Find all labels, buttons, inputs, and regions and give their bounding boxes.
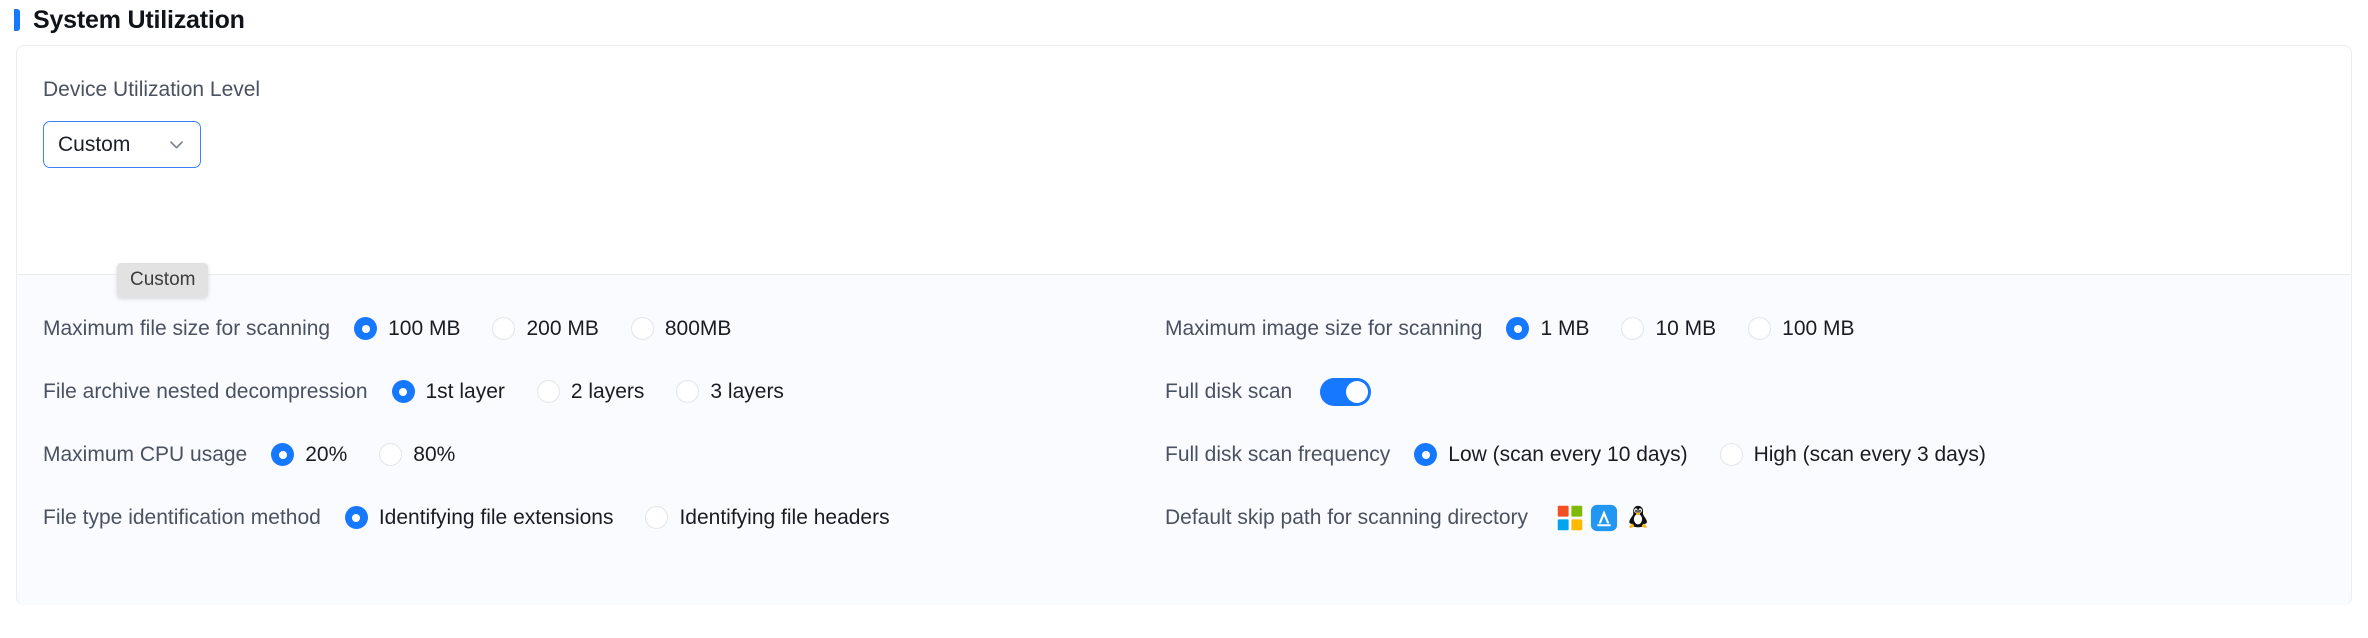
radio-label: 10 MB xyxy=(1655,317,1717,340)
radio-indicator[interactable] xyxy=(492,317,516,340)
option-label: Full disk scan frequency xyxy=(1165,443,1391,466)
radio-indicator-selected[interactable] xyxy=(354,317,378,340)
apple-appstore-icon[interactable] xyxy=(1590,504,1618,532)
radio-label: 1st layer xyxy=(425,380,505,403)
option-label: File type identification method xyxy=(43,506,321,529)
radio-label: Low (scan every 10 days) xyxy=(1448,443,1688,466)
device-utilization-select[interactable]: Custom xyxy=(43,121,201,168)
radio-option[interactable]: 100 MB xyxy=(354,317,460,340)
radio-option[interactable]: Identifying file headers xyxy=(645,506,890,529)
radio-option[interactable]: Identifying file extensions xyxy=(344,506,614,529)
radio-indicator[interactable] xyxy=(1621,317,1645,340)
chevron-down-icon xyxy=(170,141,183,149)
radio-indicator[interactable] xyxy=(379,443,403,466)
skip-path-os-icons xyxy=(1556,504,1652,532)
settings-cell: Maximum CPU usage 20% 80% xyxy=(17,443,1165,466)
toggle-knob xyxy=(1346,380,1369,403)
option-label: Maximum image size for scanning xyxy=(1165,317,1483,340)
radio-indicator-selected[interactable] xyxy=(1414,443,1438,466)
radio-label: 1 MB xyxy=(1540,317,1590,340)
settings-grid: Maximum file size for scanning 100 MB 20… xyxy=(17,297,2351,549)
radio-indicator[interactable] xyxy=(676,380,700,403)
option-label: Maximum file size for scanning xyxy=(43,317,331,340)
radio-group-file-type-identification: Identifying file extensions Identifying … xyxy=(344,506,890,529)
settings-row: File type identification method Identify… xyxy=(17,486,2351,549)
radio-option[interactable]: 10 MB xyxy=(1621,317,1716,340)
system-utilization-card: Device Utilization Level Custom Maximum … xyxy=(16,45,2352,605)
settings-cell: File archive nested decompression 1st la… xyxy=(17,380,1165,403)
settings-row: Maximum file size for scanning 100 MB 20… xyxy=(17,297,2351,360)
radio-label: 200 MB xyxy=(526,317,599,340)
radio-group-max-image-size: 1 MB 10 MB 100 MB xyxy=(1506,317,1855,340)
radio-option[interactable]: 80% xyxy=(379,443,455,466)
card-bottom-region: Maximum file size for scanning 100 MB 20… xyxy=(17,275,2351,605)
radio-group-nested-decompression: 1st layer 2 layers 3 layers xyxy=(391,380,784,403)
settings-cell: Full disk scan frequency Low (scan every… xyxy=(1165,443,2351,466)
select-tooltip: Custom xyxy=(117,263,209,297)
radio-option[interactable]: 1 MB xyxy=(1506,317,1589,340)
radio-indicator[interactable] xyxy=(630,317,654,340)
page-title: System Utilization xyxy=(33,5,245,34)
radio-indicator[interactable] xyxy=(1748,317,1772,340)
radio-option[interactable]: 100 MB xyxy=(1748,317,1855,340)
settings-cell: Maximum file size for scanning 100 MB 20… xyxy=(17,317,1165,340)
option-label: File archive nested decompression xyxy=(43,380,368,403)
radio-indicator[interactable] xyxy=(645,506,669,529)
radio-label: 80% xyxy=(413,443,456,466)
radio-label: Identifying file extensions xyxy=(378,506,614,529)
radio-option[interactable]: 800MB xyxy=(630,317,732,340)
device-utilization-selected-value: Custom xyxy=(58,133,131,156)
settings-row: Maximum CPU usage 20% 80% Full disk scan xyxy=(17,423,2351,486)
windows-icon[interactable] xyxy=(1556,504,1584,532)
radio-label: 100 MB xyxy=(388,317,461,340)
radio-label: 20% xyxy=(305,443,348,466)
radio-option[interactable]: 3 layers xyxy=(676,380,784,403)
radio-label: 100 MB xyxy=(1782,317,1855,340)
radio-option[interactable]: Low (scan every 10 days) xyxy=(1414,443,1688,466)
device-utilization-label: Device Utilization Level xyxy=(43,78,261,101)
radio-indicator[interactable] xyxy=(536,380,560,403)
radio-label: 2 layers xyxy=(570,380,645,403)
settings-cell: File type identification method Identify… xyxy=(17,506,1165,529)
radio-label: Identifying file headers xyxy=(679,506,890,529)
radio-indicator-selected[interactable] xyxy=(344,506,368,529)
settings-cell: Maximum image size for scanning 1 MB 10 … xyxy=(1165,317,2351,340)
radio-indicator[interactable] xyxy=(1719,443,1743,466)
radio-indicator-selected[interactable] xyxy=(1506,317,1530,340)
radio-indicator-selected[interactable] xyxy=(271,443,295,466)
linux-tux-icon[interactable] xyxy=(1624,504,1652,532)
radio-label: 800MB xyxy=(664,317,732,340)
card-top-region: Device Utilization Level Custom xyxy=(17,46,2351,274)
radio-group-max-cpu-usage: 20% 80% xyxy=(271,443,455,466)
radio-group-max-file-size: 100 MB 200 MB 800MB xyxy=(354,317,731,340)
settings-row: File archive nested decompression 1st la… xyxy=(17,360,2351,423)
radio-label: High (scan every 3 days) xyxy=(1753,443,1986,466)
full-disk-scan-toggle[interactable] xyxy=(1320,377,1372,406)
radio-option[interactable]: 20% xyxy=(271,443,347,466)
radio-option[interactable]: 2 layers xyxy=(536,380,645,403)
radio-option[interactable]: High (scan every 3 days) xyxy=(1719,443,1986,466)
radio-option[interactable]: 200 MB xyxy=(492,317,599,340)
option-label: Maximum CPU usage xyxy=(43,443,248,466)
radio-label: 3 layers xyxy=(710,380,784,403)
option-label: Full disk scan xyxy=(1165,380,1293,403)
settings-cell: Full disk scan xyxy=(1165,377,2351,406)
section-header: System Utilization xyxy=(0,0,2368,40)
radio-group-scan-frequency: Low (scan every 10 days) High (scan ever… xyxy=(1414,443,1986,466)
option-label: Default skip path for scanning directory xyxy=(1165,506,1529,529)
settings-cell: Default skip path for scanning directory xyxy=(1165,504,2351,532)
radio-indicator-selected[interactable] xyxy=(391,380,415,403)
accent-bar-icon xyxy=(14,9,20,31)
radio-option[interactable]: 1st layer xyxy=(391,380,505,403)
